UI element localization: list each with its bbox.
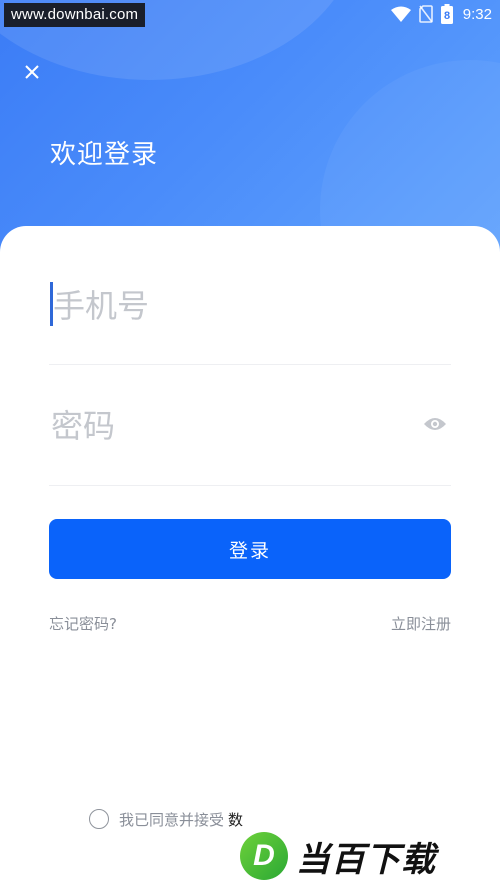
wifi-icon [390,6,411,22]
register-link[interactable]: 立即注册 [391,613,451,634]
agreement-row: 我已同意并接受 数 [89,808,243,830]
watermark-logo: D [240,832,288,880]
no-sim-icon [418,5,433,23]
agreement-prefix: 我已同意并接受 [119,810,225,829]
status-bar: 8 9:32 [390,0,492,28]
watermark-text: 当百下载 [296,839,436,880]
close-icon [23,63,41,85]
eye-icon[interactable] [423,414,447,434]
site-watermark-bottom: D 当百下载 [240,826,436,886]
page-title: 欢迎登录 [50,140,159,170]
close-button[interactable] [18,60,46,88]
login-button[interactable]: 登录 [49,519,451,579]
watermark-logo-letter: D [253,839,275,872]
password-input[interactable] [49,396,409,456]
status-time: 9:32 [462,5,492,23]
site-watermark: www.downbai.com [4,3,146,27]
battery-level: 8 [444,10,450,22]
agreement-radio[interactable] [89,809,109,829]
phone-field [49,260,451,365]
forgot-password-link[interactable]: 忘记密码? [49,613,117,634]
battery-icon: 8 [440,4,453,24]
password-field [49,380,451,486]
phone-input[interactable] [49,276,409,336]
